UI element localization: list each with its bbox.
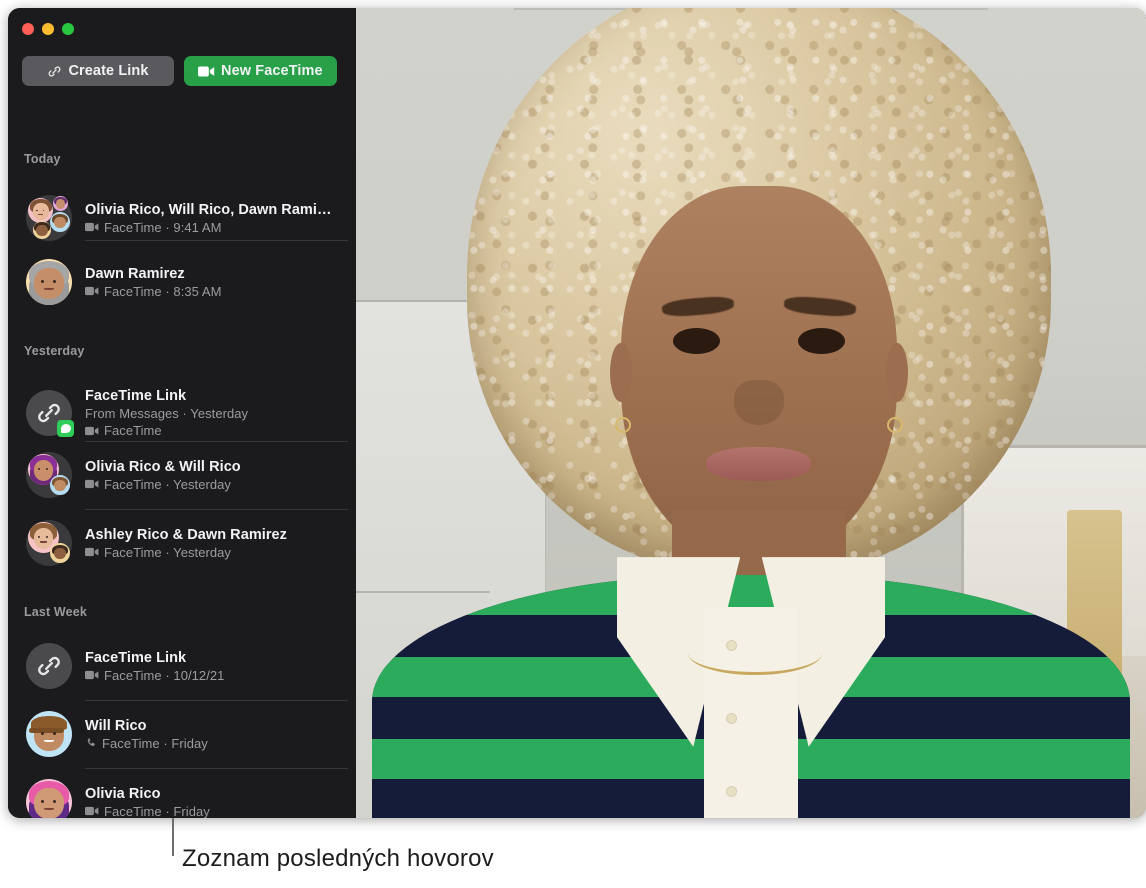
create-link-label: Create Link [68, 63, 149, 79]
list-item-subtitle: FaceTime · 10/12/21 [85, 667, 342, 684]
list-item-subtitle-text: FaceTime · 9:41 AM [104, 219, 222, 235]
avatar [26, 195, 72, 241]
shirt-button [725, 785, 737, 797]
avatar [26, 779, 72, 818]
eyebrow-left [661, 294, 735, 318]
list-item[interactable]: Olivia Rico, Will Rico, Dawn Rami… FaceT… [8, 184, 356, 252]
necklace [687, 632, 823, 676]
list-item-title: Will Rico [85, 717, 147, 734]
eye-left [673, 327, 721, 354]
video-camera-icon [85, 286, 99, 296]
new-facetime-button[interactable]: New FaceTime [184, 56, 337, 86]
list-item-subtitle: FaceTime [85, 422, 342, 439]
video-camera-icon [85, 426, 99, 436]
face [609, 186, 909, 559]
list-item-source-text: From Messages · Yesterday [85, 406, 249, 421]
list-item-subtitle-text: FaceTime · Friday [104, 803, 210, 819]
list-item-texts: FaceTime Link From Messages · Yesterday [85, 387, 356, 439]
create-link-button[interactable]: Create Link [22, 56, 174, 86]
list-item-texts: Ashley Rico & Dawn Ramirez FaceTime · Ye… [85, 526, 356, 561]
list-item-subtitle-text: FaceTime · 8:35 AM [104, 283, 222, 299]
minimize-button[interactable] [42, 23, 54, 35]
list-item[interactable]: Olivia Rico & Will Rico FaceTime · Yeste… [8, 441, 356, 509]
close-button[interactable] [22, 23, 34, 35]
list-item-texts: Dawn Ramirez FaceTime · 8:35 AM [85, 265, 356, 300]
ear-left [609, 342, 632, 403]
list-item-texts: Will Rico FaceTime · Friday [85, 717, 356, 752]
video-call-pane[interactable] [356, 8, 1146, 818]
list-item-title: FaceTime Link [85, 388, 187, 404]
avatar [26, 711, 72, 757]
avatar [26, 452, 72, 498]
list-item-subtitle-text: FaceTime [104, 423, 162, 438]
list-item-title: Dawn Ramirez [85, 265, 185, 282]
video-camera-icon [198, 65, 215, 78]
list-item-subtitle: FaceTime · 9:41 AM [85, 219, 342, 236]
list-item-subtitle: FaceTime · Yesterday [85, 476, 342, 493]
list-item-title: Ashley Rico & Dawn Ramirez [85, 526, 287, 543]
list-item-title: Olivia Rico, Will Rico, Dawn Rami… [85, 201, 332, 218]
list-item-subtitle-text: FaceTime · Yesterday [104, 544, 231, 560]
list-item-title: FaceTime Link [85, 649, 187, 666]
list-item-subtitle: FaceTime · Yesterday [85, 544, 342, 561]
video-camera-icon [85, 806, 99, 816]
avatar [26, 259, 72, 305]
recent-calls-list[interactable]: Today Olivia Rico, Will Rico, Dawn Rami…… [8, 128, 356, 818]
section-header-yesterday: Yesterday [24, 344, 85, 358]
participant-video [356, 8, 1146, 818]
screenshot-root: Create Link New FaceTime Today Olivia Ri… [0, 0, 1146, 888]
video-camera-icon [85, 479, 99, 489]
list-item-texts: Olivia Rico, Will Rico, Dawn Rami… FaceT… [85, 201, 356, 236]
callout-caption: Zoznam posledných hovorov [182, 845, 494, 872]
list-item[interactable]: Olivia Rico FaceTime · Friday [8, 768, 356, 818]
eye-right [797, 327, 845, 354]
list-item[interactable]: FaceTime Link FaceTime · 10/12/21 [8, 632, 356, 700]
list-item-title: Olivia Rico [85, 785, 161, 802]
sidebar: Create Link New FaceTime Today Olivia Ri… [8, 8, 356, 818]
lips [706, 447, 812, 481]
avatar [26, 520, 72, 566]
messages-badge-icon [57, 420, 74, 437]
list-item-subtitle: FaceTime · Friday [85, 803, 342, 819]
earring-left [614, 417, 631, 434]
list-item-source: From Messages · Yesterday [85, 405, 342, 422]
list-item-subtitle-text: FaceTime · Friday [102, 735, 208, 751]
list-item-subtitle-text: FaceTime · Yesterday [104, 476, 231, 492]
list-item-subtitle: FaceTime · Friday [85, 735, 342, 752]
list-item-texts: Olivia Rico & Will Rico FaceTime · Yeste… [85, 458, 356, 493]
phone-icon [85, 737, 97, 749]
window-controls [22, 23, 74, 35]
zoom-button[interactable] [62, 23, 74, 35]
facetime-window: Create Link New FaceTime Today Olivia Ri… [8, 8, 1146, 818]
section-header-last-week: Last Week [24, 605, 87, 619]
shirt-button [725, 712, 737, 724]
list-item-texts: Olivia Rico FaceTime · Friday [85, 785, 356, 819]
section-header-today: Today [24, 152, 61, 166]
list-item[interactable]: FaceTime Link From Messages · Yesterday [8, 376, 356, 450]
callout-leader-line [172, 818, 174, 856]
list-item[interactable]: Dawn Ramirez FaceTime · 8:35 AM [8, 248, 356, 316]
list-item-title: Olivia Rico & Will Rico [85, 458, 241, 475]
list-item[interactable]: Will Rico FaceTime · Friday [8, 700, 356, 768]
list-item[interactable]: Ashley Rico & Dawn Ramirez FaceTime · Ye… [8, 509, 356, 577]
list-item-subtitle-text: FaceTime · 10/12/21 [104, 667, 225, 683]
avatar [26, 390, 74, 437]
video-camera-icon [85, 547, 99, 557]
toolbar: Create Link New FaceTime [22, 56, 337, 86]
new-facetime-label: New FaceTime [221, 63, 323, 79]
link-icon [47, 64, 62, 79]
nose [734, 379, 784, 425]
video-camera-icon [85, 222, 99, 232]
video-camera-icon [85, 670, 99, 680]
avatar [26, 643, 72, 689]
list-item-texts: FaceTime Link FaceTime · 10/12/21 [85, 649, 356, 684]
list-item-subtitle: FaceTime · 8:35 AM [85, 283, 342, 300]
eyebrow-right [783, 294, 857, 318]
list-divider [85, 240, 348, 241]
link-icon [26, 643, 72, 689]
